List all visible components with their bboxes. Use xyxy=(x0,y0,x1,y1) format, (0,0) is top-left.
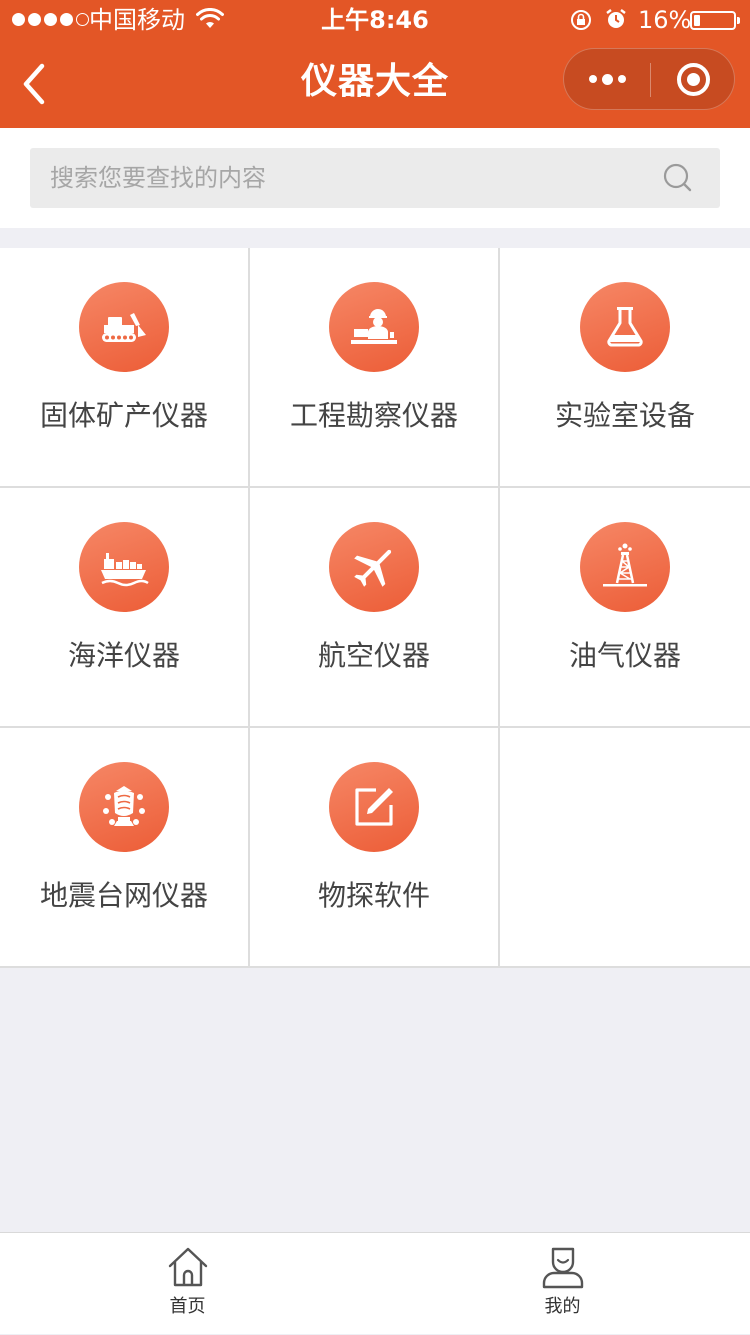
icon-circle xyxy=(329,282,419,372)
tab-bar: 首页 我的 xyxy=(0,1232,750,1334)
category-label: 油气仪器 xyxy=(568,639,681,672)
category-marine[interactable]: 海洋仪器 xyxy=(0,488,250,728)
category-aviation[interactable]: 航空仪器 xyxy=(250,488,500,728)
close-miniprogram-button[interactable] xyxy=(651,49,736,109)
icon-circle xyxy=(79,762,169,852)
airplane-icon xyxy=(354,549,392,587)
category-engineering-survey[interactable]: 工程勘察仪器 xyxy=(250,248,500,488)
home-icon xyxy=(168,1247,208,1287)
category-label: 地震台网仪器 xyxy=(39,879,208,912)
battery-percent: 16% xyxy=(638,6,692,34)
more-dots-icon xyxy=(588,75,597,83)
more-button[interactable] xyxy=(564,49,650,109)
icon-circle xyxy=(329,522,419,612)
category-label: 航空仪器 xyxy=(317,639,430,672)
category-grid: 固体矿产仪器 工程勘察仪器 实验室设备 海洋仪器 航空仪器 油气仪器 地震台网仪… xyxy=(0,248,750,968)
category-label: 固体矿产仪器 xyxy=(39,399,208,432)
flask-icon xyxy=(607,307,643,347)
target-icon xyxy=(677,62,710,96)
category-geophysical-software[interactable]: 物探软件 xyxy=(250,728,500,968)
battery-fill xyxy=(694,15,700,26)
tab-label: 我的 xyxy=(544,1296,581,1317)
oil-derrick-icon xyxy=(603,543,647,587)
bulldozer-icon xyxy=(102,313,146,342)
tab-home[interactable]: 首页 xyxy=(0,1233,375,1335)
category-label: 实验室设备 xyxy=(554,399,695,432)
category-oil-gas[interactable]: 油气仪器 xyxy=(500,488,750,728)
icon-circle xyxy=(580,282,670,372)
search-box[interactable] xyxy=(30,148,720,208)
rotation-lock-icon xyxy=(571,10,591,30)
nav-bar: 仪器大全 xyxy=(0,40,750,128)
category-label: 工程勘察仪器 xyxy=(289,399,458,432)
engineer-icon xyxy=(351,309,397,344)
icon-circle xyxy=(79,282,169,372)
user-icon xyxy=(542,1247,584,1289)
alarm-icon xyxy=(606,9,626,28)
icon-circle xyxy=(79,522,169,612)
category-label: 物探软件 xyxy=(317,879,430,912)
category-solid-minerals[interactable]: 固体矿产仪器 xyxy=(0,248,250,488)
icon-circle xyxy=(580,522,670,612)
status-bar: 中国移动 上午8:46 16% xyxy=(0,0,750,40)
header: 中国移动 上午8:46 16% 仪器大全 xyxy=(0,0,750,128)
search-area xyxy=(0,128,750,228)
ship-icon xyxy=(101,553,149,587)
search-icon[interactable] xyxy=(662,162,694,194)
edit-icon xyxy=(355,788,393,826)
tab-label: 首页 xyxy=(169,1296,206,1317)
search-input[interactable] xyxy=(30,148,650,208)
icon-circle xyxy=(329,762,419,852)
empty-grid-cell xyxy=(500,728,750,968)
category-label: 海洋仪器 xyxy=(67,639,180,672)
battery-icon xyxy=(690,11,740,30)
seismograph-icon xyxy=(103,786,145,826)
tab-mine[interactable]: 我的 xyxy=(375,1233,750,1335)
miniprogram-capsule xyxy=(563,48,735,110)
category-seismic-network[interactable]: 地震台网仪器 xyxy=(0,728,250,968)
category-laboratory[interactable]: 实验室设备 xyxy=(500,248,750,488)
